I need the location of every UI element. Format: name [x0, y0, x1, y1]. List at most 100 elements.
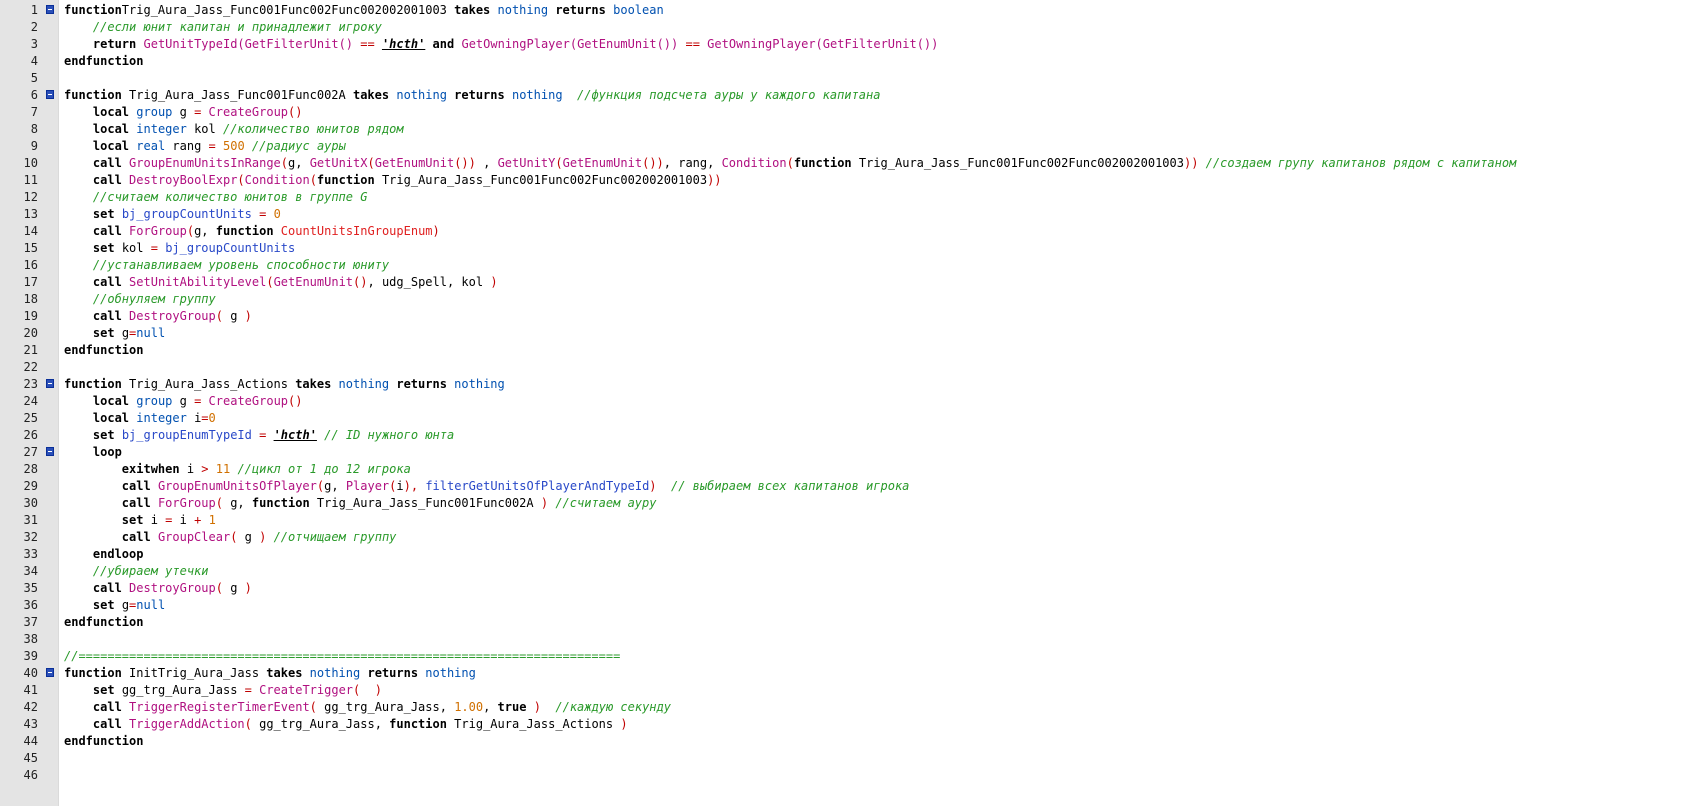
code-token: nothing	[511, 88, 563, 102]
code-token: Trig_Aura_Jass_Func001Func002Func0020020…	[851, 156, 1184, 170]
code-line[interactable]: 1 functionTrig_Aura_Jass_Func001Func002Fu…	[0, 2, 1702, 19]
code-token: g	[172, 394, 195, 408]
code-line[interactable]: 6 function Trig_Aura_Jass_Func001Func002A…	[0, 87, 1702, 104]
code-token: )	[244, 309, 252, 323]
fold-toggle-icon[interactable]	[46, 5, 54, 14]
code-line[interactable]: 26 set bj_groupEnumTypeId = 'hcth' // ID…	[0, 427, 1702, 444]
fold-toggle-icon[interactable]	[46, 668, 54, 677]
code-line[interactable]: 38	[0, 631, 1702, 648]
code-line[interactable]: 37 endfunction	[0, 614, 1702, 631]
code-token: (	[786, 156, 794, 170]
code-token: , udg_Spell, kol	[367, 275, 491, 289]
line-number: 33	[23, 547, 38, 561]
code-line[interactable]: 17 call SetUnitAbilityLevel(GetEnumUnit(…	[0, 274, 1702, 291]
code-text: //обнуляем группу	[64, 291, 216, 308]
code-line[interactable]: 14 call ForGroup(g, function CountUnitsI…	[0, 223, 1702, 240]
code-line[interactable]: 12 //считаем количество юнитов в группе …	[0, 189, 1702, 206]
line-number: 44	[23, 734, 38, 748]
code-token: ))	[1183, 156, 1199, 170]
code-line[interactable]: 9 local real rang = 500 //радиус ауры	[0, 138, 1702, 155]
code-text: //убираем утечки	[64, 563, 209, 580]
code-line[interactable]: 34 //убираем утечки	[0, 563, 1702, 580]
code-line[interactable]: 13 set bj_groupCountUnits = 0	[0, 206, 1702, 223]
code-token: 0	[273, 207, 281, 221]
code-line[interactable]: 7 local group g = CreateGroup()	[0, 104, 1702, 121]
code-line[interactable]: 24 local group g = CreateGroup()	[0, 393, 1702, 410]
code-line[interactable]: 32 call GroupClear( g ) //отчищаем групп…	[0, 529, 1702, 546]
code-line[interactable]: 20 set g=null	[0, 325, 1702, 342]
code-line[interactable]: 31 set i = i + 1	[0, 512, 1702, 529]
code-text: exitwhen i > 11 //цикл от 1 до 12 игрока	[64, 461, 411, 478]
code-token: //количество юнитов рядом	[222, 122, 404, 136]
code-line[interactable]: 41 set gg_trg_Aura_Jass = CreateTrigger(…	[0, 682, 1702, 699]
code-token: g,	[222, 496, 252, 510]
code-token: =	[150, 241, 158, 255]
code-line[interactable]: 18 //обнуляем группу	[0, 291, 1702, 308]
code-line[interactable]: 29 call GroupEnumUnitsOfPlayer(g, Player…	[0, 478, 1702, 495]
code-line[interactable]: 28 exitwhen i > 11 //цикл от 1 до 12 игр…	[0, 461, 1702, 478]
code-line[interactable]: 40 function InitTrig_Aura_Jass takes noth…	[0, 665, 1702, 682]
code-text: endfunction	[64, 614, 143, 631]
code-line[interactable]: 46	[0, 767, 1702, 784]
code-text: call ForGroup( g, function Trig_Aura_Jas…	[64, 495, 657, 512]
code-line[interactable]: 27 loop	[0, 444, 1702, 461]
code-editor[interactable]: 1 functionTrig_Aura_Jass_Func001Func002Fu…	[0, 0, 1702, 806]
code-token: integer	[136, 411, 187, 425]
code-line[interactable]: 11 call DestroyBoolExpr(Condition(functi…	[0, 172, 1702, 189]
code-text: functionTrig_Aura_Jass_Func001Func002Fun…	[64, 2, 664, 19]
code-line[interactable]: 39 //====================================…	[0, 648, 1702, 665]
code-line[interactable]: 10 call GroupEnumUnitsInRange(g, GetUnit…	[0, 155, 1702, 172]
code-text: set g=null	[64, 325, 165, 342]
fold-toggle-icon[interactable]	[46, 379, 54, 388]
code-line[interactable]: 5	[0, 70, 1702, 87]
code-line[interactable]: 45	[0, 750, 1702, 767]
code-line[interactable]: 4 endfunction	[0, 53, 1702, 70]
code-token: function	[64, 377, 122, 391]
code-token: //функция подсчета ауры у каждого капита…	[577, 88, 881, 102]
code-area[interactable]: 1 functionTrig_Aura_Jass_Func001Func002Fu…	[0, 2, 1702, 784]
code-token: TriggerRegisterTimerEvent	[129, 700, 310, 714]
code-token: ()	[288, 105, 303, 119]
code-line[interactable]: 44 endfunction	[0, 733, 1702, 750]
code-line[interactable]: 23 function Trig_Aura_Jass_Actions takes …	[0, 376, 1702, 393]
fold-toggle-icon[interactable]	[46, 447, 54, 456]
code-line[interactable]: 15 set kol = bj_groupCountUnits	[0, 240, 1702, 257]
code-text: call DestroyGroup( g )	[64, 580, 252, 597]
code-text: //устанавливаем уровень способности юнит…	[64, 257, 389, 274]
code-token: call	[121, 496, 151, 510]
code-line[interactable]: 36 set g=null	[0, 597, 1702, 614]
code-token: function	[64, 3, 122, 17]
code-line[interactable]: 8 local integer kol //количество юнитов …	[0, 121, 1702, 138]
code-line[interactable]: 42 call TriggerRegisterTimerEvent( gg_tr…	[0, 699, 1702, 716]
code-line[interactable]: 22	[0, 359, 1702, 376]
line-number: 9	[30, 139, 38, 153]
code-line[interactable]: 30 call ForGroup( g, function Trig_Aura_…	[0, 495, 1702, 512]
code-line[interactable]: 21 endfunction	[0, 342, 1702, 359]
code-token: gg_trg_Aura_Jass,	[316, 700, 455, 714]
code-token: =	[244, 683, 252, 697]
code-line[interactable]: 43 call TriggerAddAction( gg_trg_Aura_Ja…	[0, 716, 1702, 733]
code-line[interactable]: 19 call DestroyGroup( g )	[0, 308, 1702, 325]
code-line[interactable]: 2 //если юнит капитан и принадлежит игро…	[0, 19, 1702, 36]
code-line[interactable]: 16 //устанавливаем уровень способности ю…	[0, 257, 1702, 274]
fold-toggle-icon[interactable]	[46, 90, 54, 99]
code-line[interactable]: 33 endloop	[0, 546, 1702, 563]
code-text: function Trig_Aura_Jass_Func001Func002A …	[64, 87, 880, 104]
line-number: 1	[30, 3, 38, 17]
code-text: endloop	[64, 546, 144, 563]
code-line[interactable]: 3 return GetUnitTypeId(GetFilterUnit() =…	[0, 36, 1702, 53]
code-token: TriggerAddAction	[129, 717, 245, 731]
code-line[interactable]: 25 local integer i=0	[0, 410, 1702, 427]
code-token: call	[92, 581, 122, 595]
code-token: set	[92, 598, 115, 612]
code-line[interactable]: 35 call DestroyGroup( g )	[0, 580, 1702, 597]
code-token: kol	[186, 122, 223, 136]
